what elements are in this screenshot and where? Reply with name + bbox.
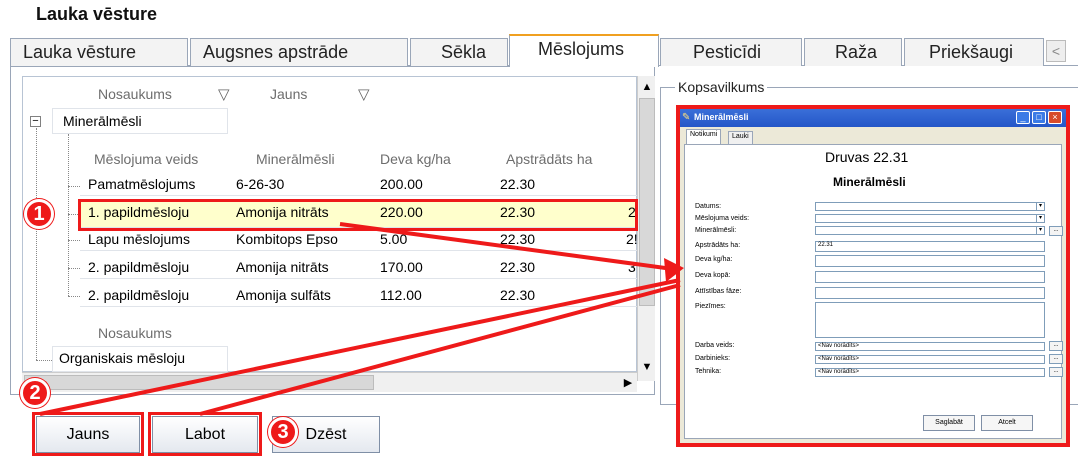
annotation-arrows [39,222,684,416]
arrow-line [339,222,681,272]
step-badge-1: 1 [24,199,54,229]
arrow-head [664,258,684,282]
arrow-line [39,278,681,416]
step-badge-3: 3 [268,417,298,447]
tab-fertilization[interactable]: Mēslojums [509,34,659,67]
arrow-line [199,283,681,416]
step-badge-2: 2 [20,378,50,408]
